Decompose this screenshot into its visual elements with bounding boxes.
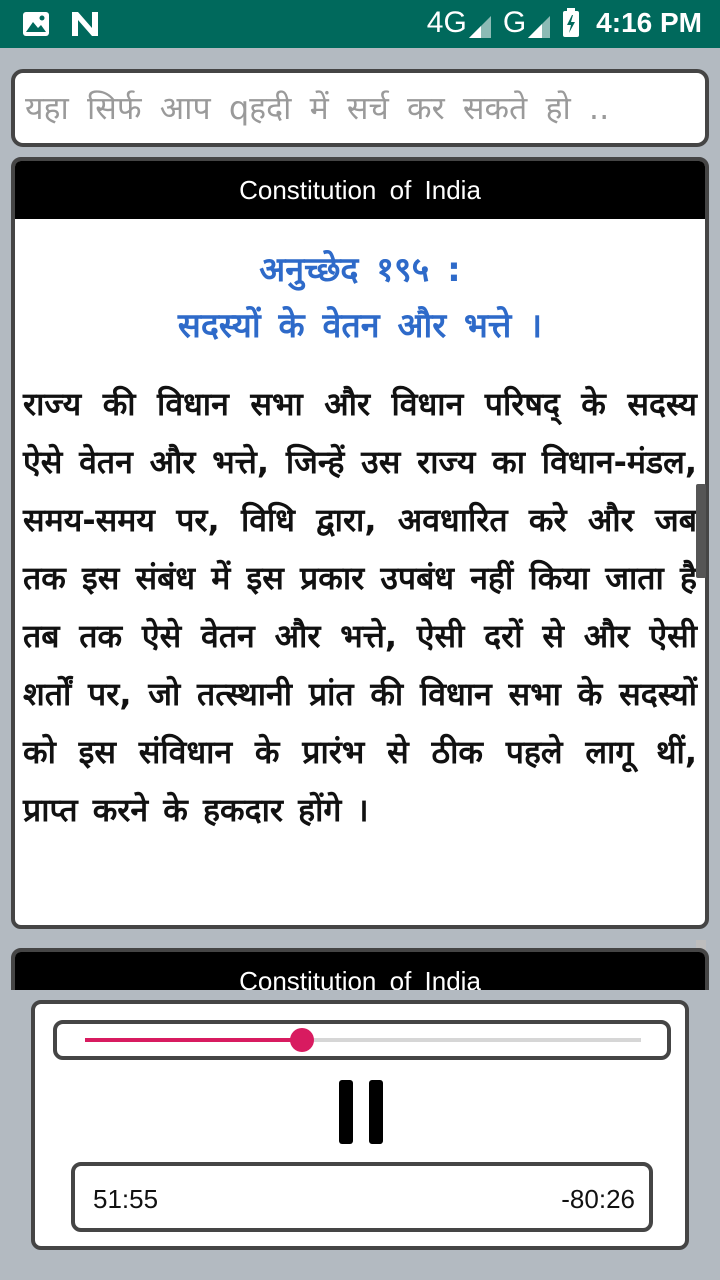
- signal-icon: [528, 16, 551, 38]
- article-subtitle: सदस्यों के वेतन और भत्ते ।: [177, 306, 543, 346]
- pause-icon: [339, 1080, 353, 1144]
- search-box[interactable]: [11, 69, 709, 147]
- status-bar: 4G G 4:16 PM: [0, 0, 720, 48]
- search-input[interactable]: [25, 89, 695, 127]
- article-title: अनुच्छेद १९५ :: [259, 250, 461, 290]
- seek-bar-thumb[interactable]: [289, 1028, 314, 1052]
- time-display: 51:55 -80:26: [71, 1162, 653, 1232]
- seek-bar-progress: [85, 1038, 302, 1042]
- elapsed-time: 51:55: [93, 1184, 159, 1214]
- clock: 4:16 PM: [596, 7, 702, 38]
- remaining-time: -80:26: [561, 1184, 635, 1214]
- signal-icon: [468, 16, 491, 38]
- image-icon: [23, 12, 49, 36]
- battery-charging-icon: [563, 8, 580, 37]
- n-notification-icon: [72, 12, 98, 36]
- pause-button[interactable]: [339, 1080, 383, 1144]
- audio-player: 51:55 -80:26: [0, 990, 720, 1280]
- player-card: 51:55 -80:26: [31, 1000, 689, 1250]
- pause-icon: [369, 1080, 383, 1144]
- seek-bar-container: [53, 1020, 671, 1060]
- card-header: Constitution of India: [15, 161, 705, 219]
- scrollbar-thumb[interactable]: [696, 484, 706, 578]
- article-card[interactable]: Constitution of India अनुच्छेद १९५ : सदस…: [11, 157, 709, 929]
- network-4g-indicator: 4G: [427, 6, 493, 40]
- seek-bar[interactable]: [85, 1028, 641, 1052]
- network-g-indicator: G: [503, 6, 552, 40]
- article-body: राज्य की विधान सभा और विधान परिषद् के सद…: [23, 385, 697, 829]
